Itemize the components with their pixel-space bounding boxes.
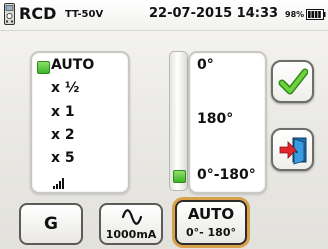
system-type-label: TT-50V — [65, 9, 104, 20]
phase-list: 0° 180° 0°-180° — [188, 51, 267, 194]
multiplier-option-x2[interactable]: x 2 — [51, 127, 75, 143]
date-time: 22-07-2015 14:33 — [149, 6, 279, 21]
auto-button-line1: AUTO — [187, 205, 235, 223]
multiplier-list: AUTO x ½ x 1 x 2 x 5 — [30, 51, 130, 194]
phase-option-180[interactable]: 180° — [197, 111, 233, 127]
battery-icon — [306, 9, 326, 20]
sine-wave-icon — [122, 209, 142, 225]
current-button[interactable]: 1000mA — [99, 203, 163, 245]
multiplier-option-x1[interactable]: x 1 — [51, 104, 75, 120]
multiplier-option-half[interactable]: x ½ — [51, 80, 79, 96]
checkmark-icon — [278, 68, 308, 95]
current-button-label: 1000mA — [105, 228, 157, 241]
phase-selected-marker — [173, 170, 186, 183]
g-button[interactable]: G — [19, 203, 83, 245]
phase-option-0-180[interactable]: 0°-180° — [197, 167, 256, 183]
battery-percent: 98% — [285, 10, 305, 19]
selected-marker — [37, 61, 50, 74]
status-bar: RCD TT-50V 22-07-2015 14:33 98% — [0, 0, 328, 31]
phase-slider[interactable] — [169, 51, 188, 191]
multiplier-option-x5[interactable]: x 5 — [51, 150, 75, 166]
confirm-button[interactable] — [271, 60, 314, 103]
ramp-icon[interactable] — [52, 177, 65, 189]
auto-button-line2: 0°- 180° — [185, 226, 236, 239]
test-mode-label: RCD — [19, 4, 57, 23]
exit-button[interactable] — [271, 128, 314, 171]
multiplier-option-auto[interactable]: AUTO — [51, 57, 94, 73]
g-button-label: G — [44, 214, 58, 234]
meter-icon — [4, 3, 15, 25]
phase-option-0[interactable]: 0° — [197, 57, 214, 73]
auto-phase-button[interactable]: AUTO 0°- 180° — [175, 200, 247, 245]
exit-door-icon — [279, 137, 307, 165]
